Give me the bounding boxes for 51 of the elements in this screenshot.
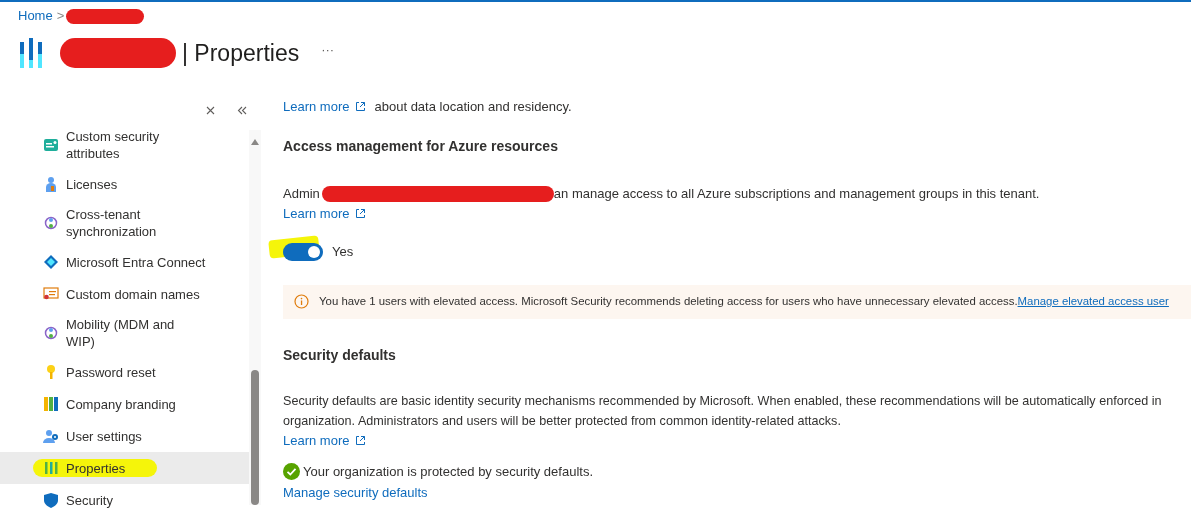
manage-elevated-link[interactable]: Manage elevated access user: [1017, 292, 1169, 311]
properties-icon: [20, 38, 44, 68]
learn-more-link[interactable]: Learn more: [283, 99, 367, 117]
shield-icon: [43, 492, 59, 508]
bars-icon: [43, 396, 59, 412]
check-icon: [283, 462, 300, 480]
close-icon[interactable]: [206, 105, 215, 115]
sidebar-item[interactable]: Mobility (MDM and WIP): [0, 310, 249, 356]
status-text: Your organization is protected by security defaults.: [303, 462, 594, 481]
toggle-label: Yes: [332, 243, 354, 261]
learn-more-link[interactable]: Learn more: [283, 205, 367, 221]
scrollbar[interactable]: [249, 130, 261, 505]
sidebar-item[interactable]: Microsoft Entra Connect: [0, 246, 249, 278]
manage-defaults-link[interactable]: Manage security defaults: [283, 485, 428, 500]
sidebar-item[interactable]: Licenses: [0, 168, 249, 200]
data-location-text: about data location and residency.: [374, 99, 572, 117]
collapse-icon[interactable]: [237, 105, 247, 115]
breadcrumb-separator: >: [56, 7, 65, 26]
sidebar-item[interactable]: Cross-tenant synchronization: [0, 200, 249, 246]
info-icon: [294, 294, 309, 309]
certificate-icon: [43, 286, 59, 302]
diamond-icon: [43, 254, 59, 270]
scroll-thumb[interactable]: [251, 370, 259, 505]
person-icon: [43, 176, 59, 192]
security-defaults-text: Security defaults are basic identity security mechanisms recommended by Microsoft. When enabled, these recommendations will be automatically enforced in: [283, 392, 1163, 410]
external-link-icon: [355, 207, 367, 219]
warning-text: You have 1 users with elevated access. Microsoft Security recommends deleting access for users who have unnecessary elevated access.: [319, 293, 1018, 309]
learn-more-link[interactable]: Learn more: [283, 432, 367, 448]
page-title: | Properties: [182, 38, 300, 68]
sidebar-item[interactable]: Password reset: [0, 356, 249, 388]
external-link-icon: [355, 101, 367, 113]
section-heading: Access management for Azure resources: [283, 137, 559, 156]
user-gear-icon: [43, 428, 59, 444]
properties-icon: [43, 460, 59, 476]
attributes-icon: [43, 137, 59, 153]
sidebar-item[interactable]: Custom security attributes: [0, 122, 249, 168]
external-link-icon: [355, 434, 367, 446]
sidebar-item[interactable]: Security: [0, 484, 249, 509]
sync-icon: [43, 325, 59, 341]
sidebar-item[interactable]: Properties: [0, 452, 249, 484]
sidebar-item[interactable]: User settings: [0, 420, 249, 452]
access-description-text: an manage access to all Azure subscriptions and management groups in this tenant.: [553, 185, 1040, 203]
security-defaults-text: organization. Administrators and users will be better protected from common identity-related attacks.: [283, 412, 842, 430]
scroll-up-icon[interactable]: [251, 139, 259, 145]
sync-icon: [43, 215, 59, 231]
access-description-text: Admin: [283, 185, 320, 203]
sidebar-item[interactable]: Custom domain names: [0, 278, 249, 310]
more-button[interactable]: ···: [321, 40, 335, 60]
section-heading: Security defaults: [283, 345, 397, 365]
sidebar-item[interactable]: Company branding: [0, 388, 249, 420]
breadcrumb-link[interactable]: Home: [18, 6, 53, 26]
